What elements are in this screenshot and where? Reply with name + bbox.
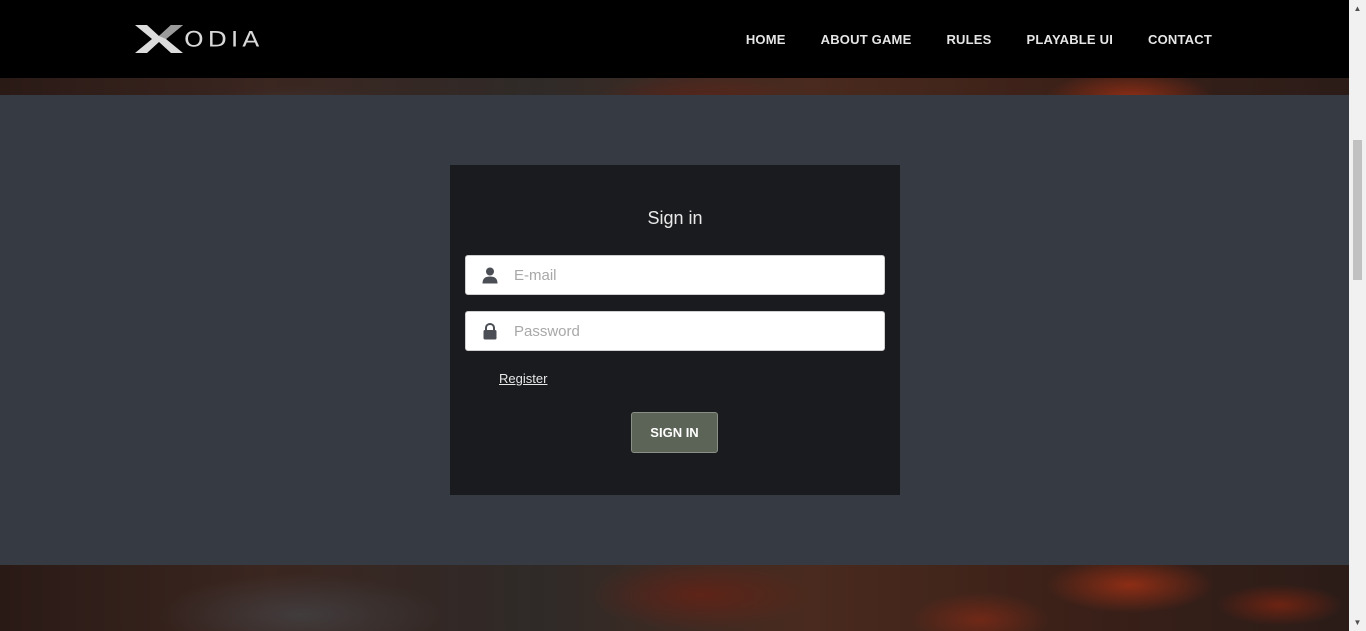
- email-input[interactable]: [514, 266, 864, 284]
- scrollbar-thumb[interactable]: [1353, 140, 1362, 280]
- main-nav: HOME ABOUT GAME RULES PLAYABLE UI CONTAC…: [746, 0, 1212, 78]
- top-navbar: ODIA HOME ABOUT GAME RULES PLAYABLE UI C…: [0, 0, 1349, 78]
- nav-rules[interactable]: RULES: [946, 32, 991, 47]
- nav-contact[interactable]: CONTACT: [1148, 32, 1212, 47]
- password-field[interactable]: [465, 311, 885, 351]
- user-icon: [466, 267, 514, 284]
- signin-button[interactable]: SIGN IN: [631, 412, 718, 453]
- footer-background-art: [0, 565, 1349, 631]
- scroll-up-arrow-icon[interactable]: ▲: [1349, 0, 1366, 17]
- site-logo[interactable]: ODIA: [135, 22, 263, 56]
- signin-title: Sign in: [647, 208, 703, 228]
- logo-x-mark: [135, 25, 183, 53]
- password-input[interactable]: [514, 322, 864, 340]
- lock-icon: [466, 322, 514, 340]
- header-background-art: [0, 78, 1349, 95]
- register-link[interactable]: Register: [499, 371, 547, 386]
- nav-about-game[interactable]: ABOUT GAME: [821, 32, 912, 47]
- email-field[interactable]: [465, 255, 885, 295]
- nav-home[interactable]: HOME: [746, 32, 786, 47]
- vertical-scrollbar[interactable]: ▲ ▼: [1349, 0, 1366, 631]
- nav-playable-ui[interactable]: PLAYABLE UI: [1027, 32, 1113, 47]
- logo-text: ODIA: [184, 26, 264, 52]
- scroll-down-arrow-icon[interactable]: ▼: [1349, 614, 1366, 631]
